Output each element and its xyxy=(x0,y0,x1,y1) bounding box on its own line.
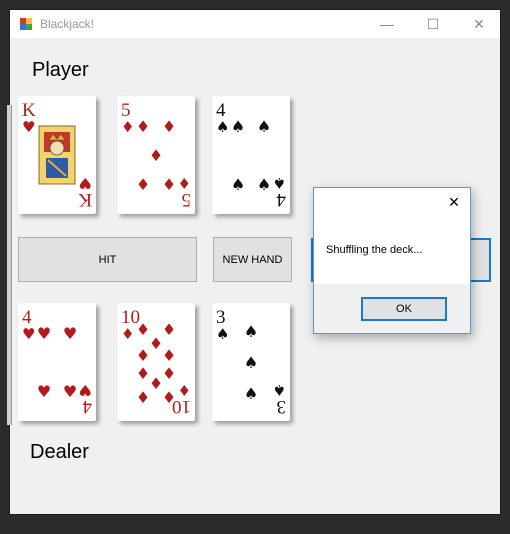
card-suit-icon: ♥ xyxy=(22,325,35,343)
maximize-button[interactable]: ☐ xyxy=(410,10,456,38)
card-pip-icon: ♦ xyxy=(136,388,150,407)
card-pip-icon: ♥ xyxy=(63,382,77,401)
card-suit-icon: ♥ xyxy=(22,118,35,136)
minimize-button[interactable]: — xyxy=(364,10,410,38)
minimize-icon: — xyxy=(380,16,394,32)
close-icon: ✕ xyxy=(473,16,485,32)
maximize-icon: ☐ xyxy=(426,16,440,32)
card-pip-icon: ♦ xyxy=(162,388,176,407)
dealer-card-1: 4 ♥ 4 ♥ ♥ ♥ ♥ ♥ xyxy=(18,303,96,421)
card-suit-icon: ♦ xyxy=(178,174,191,192)
player-card-2: 5 ♦ 5 ♦ ♦ ♦ ♦ ♦ ♦ xyxy=(117,96,195,214)
message-dialog: ✕ Shuffling the deck... OK xyxy=(313,187,471,334)
card-pip-icon: ♥ xyxy=(37,382,51,401)
card-suit-icon: ♠ xyxy=(273,381,286,399)
card-pip-icon: ♠ xyxy=(244,353,258,372)
dealer-card-3: 3 ♠ 3 ♠ ♠ ♠ ♠ xyxy=(212,303,290,421)
hit-button[interactable]: HIT xyxy=(18,237,197,282)
ok-button[interactable]: OK xyxy=(361,297,447,321)
card-suit-icon: ♠ xyxy=(216,325,229,343)
card-pip-icon: ♠ xyxy=(231,175,245,194)
dealer-card-2: 10 ♦ 10 ♦ ♦ ♦ ♦ ♦ ♦ ♦ ♦ ♦ ♦ ♦ xyxy=(117,303,195,421)
dialog-close-button[interactable]: ✕ xyxy=(442,192,466,212)
card-pip-icon: ♠ xyxy=(231,117,245,136)
dialog-footer: OK xyxy=(314,284,470,333)
card-pip-icon: ♦ xyxy=(136,117,150,136)
card-pip-icon: ♦ xyxy=(149,146,163,165)
card-pip-icon: ♦ xyxy=(136,346,150,365)
card-suit-icon: ♦ xyxy=(121,118,134,136)
card-pip-icon: ♦ xyxy=(162,117,176,136)
card-pip-icon: ♠ xyxy=(257,117,271,136)
card-pip-icon: ♦ xyxy=(162,364,176,383)
card-suit-icon: ♠ xyxy=(273,174,286,192)
card-suit-icon: ♥ xyxy=(79,174,92,192)
player-label: Player xyxy=(32,59,89,81)
card-pip-icon: ♦ xyxy=(162,320,176,339)
close-icon: ✕ xyxy=(448,194,460,210)
card-suit-icon: ♥ xyxy=(79,381,92,399)
window-title: Blackjack! xyxy=(40,17,95,31)
card-pip-icon: ♠ xyxy=(244,384,258,403)
app-icon xyxy=(19,17,33,31)
king-portrait xyxy=(38,125,76,185)
card-pip-icon: ♥ xyxy=(63,324,77,343)
card-suit-icon: ♦ xyxy=(121,325,134,343)
card-pip-icon: ♠ xyxy=(257,175,271,194)
card-pip-icon: ♦ xyxy=(162,346,176,365)
card-pip-icon: ♠ xyxy=(244,322,258,341)
player-card-1: K ♥ K ♥ xyxy=(18,96,96,214)
card-pip-icon: ♦ xyxy=(136,175,150,194)
card-pip-icon: ♦ xyxy=(162,175,176,194)
card-suit-icon: ♠ xyxy=(216,118,229,136)
title-bar: Blackjack! — ☐ ✕ xyxy=(10,10,500,38)
dialog-message: Shuffling the deck... xyxy=(326,244,423,256)
player-card-3: 4 ♠ 4 ♠ ♠ ♠ ♠ ♠ xyxy=(212,96,290,214)
card-pip-icon: ♥ xyxy=(37,324,51,343)
left-edge-panel xyxy=(7,105,12,425)
new-hand-button[interactable]: NEW HAND xyxy=(213,237,292,282)
close-window-button[interactable]: ✕ xyxy=(456,10,502,38)
card-suit-icon: ♦ xyxy=(178,381,191,399)
blackjack-window: Blackjack! — ☐ ✕ Player K ♥ K ♥ 5 ♦ 5 ♦ ♦ ♦ ♦ ♦ ♦ 4 ♠ 4… xyxy=(7,9,501,515)
dealer-label: Dealer xyxy=(30,441,89,463)
